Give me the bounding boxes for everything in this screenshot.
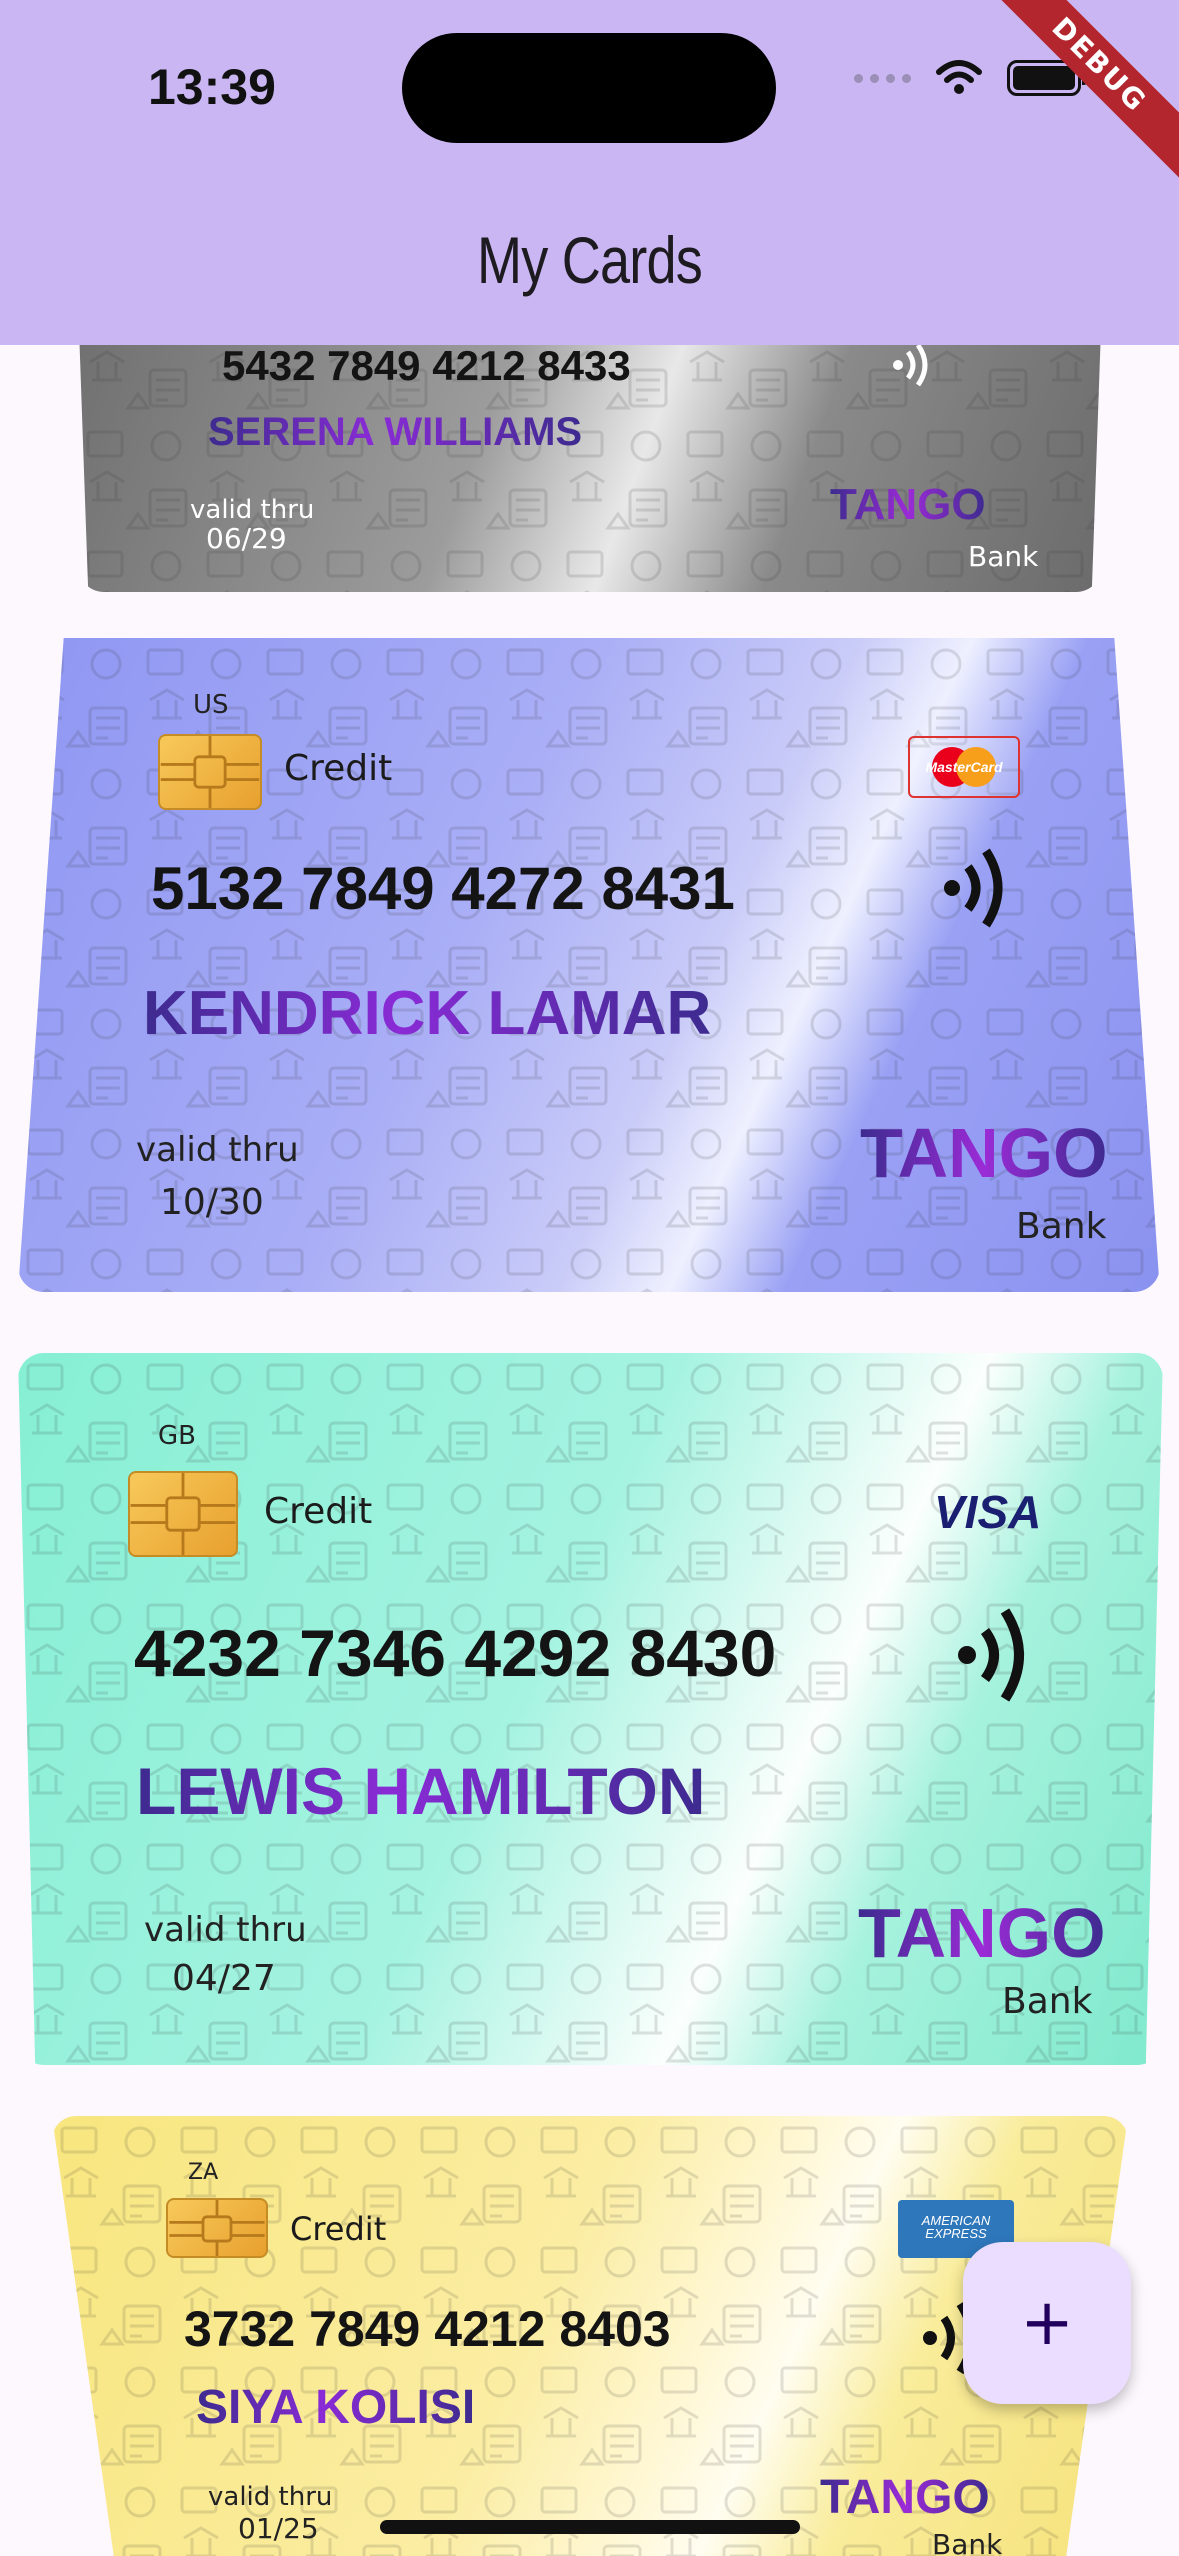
- chip-icon: [128, 1471, 238, 1557]
- card-lewis[interactable]: GB Credit VISA 4232 7346 4292 8430 LEWIS…: [18, 1353, 1163, 2065]
- visa-logo: VISA: [934, 1486, 1042, 1538]
- card-expiry: 06/29: [206, 522, 287, 555]
- valid-thru-label: valid thru: [190, 495, 315, 525]
- card-brand: TANGO: [820, 2471, 990, 2524]
- card-type: Credit: [284, 748, 393, 789]
- card-country: US: [193, 690, 229, 720]
- contactless-icon: [958, 1608, 1024, 1702]
- card-kendrick[interactable]: US Credit MasterCard 5132 7849 4272 8431…: [18, 638, 1160, 1292]
- chip-icon: [158, 734, 262, 810]
- mastercard-logo: MasterCard: [908, 736, 1020, 798]
- chip-icon: [166, 2198, 268, 2258]
- card-expiry: 01/25: [238, 2512, 319, 2545]
- valid-thru-label: valid thru: [136, 1130, 299, 1170]
- card-number: 3732 7849 4212 8403: [184, 2301, 671, 2357]
- card-number: 5132 7849 4272 8431: [151, 855, 735, 922]
- card-bank: Bank: [932, 2528, 1003, 2556]
- card-holder: SERENA WILLIAMS: [208, 410, 583, 454]
- card-number: 5432 7849 4212 8433: [222, 342, 631, 389]
- page-title: My Cards: [477, 223, 703, 297]
- dynamic-island: [402, 33, 776, 143]
- signal-icon: [854, 73, 911, 83]
- card-bank: Bank: [968, 540, 1039, 573]
- card-brand: TANGO: [860, 1114, 1108, 1192]
- card-brand: TANGO: [858, 1894, 1106, 1972]
- card-country: GB: [158, 1421, 196, 1451]
- status-time: 13:39: [148, 59, 276, 115]
- status-icons: [854, 60, 1087, 96]
- card-holder: LEWIS HAMILTON: [136, 1754, 706, 1828]
- card-country: ZA: [188, 2160, 219, 2185]
- card-holder: KENDRICK LAMAR: [143, 979, 712, 1048]
- card-number: 4232 7346 4292 8430: [134, 1616, 777, 1690]
- card-expiry: 04/27: [172, 1958, 276, 1999]
- card-expiry: 10/30: [160, 1182, 264, 1223]
- card-type: Credit: [264, 1491, 373, 1532]
- add-card-button[interactable]: +: [963, 2242, 1131, 2404]
- card-bank: Bank: [1016, 1206, 1107, 1247]
- svg-text:MasterCard: MasterCard: [925, 759, 1002, 775]
- card-holder: SIYA KOLISI: [196, 2381, 476, 2434]
- card-bank: Bank: [1002, 1981, 1093, 2022]
- valid-thru-label: valid thru: [208, 2482, 333, 2512]
- card-type: Credit: [290, 2210, 387, 2248]
- valid-thru-label: valid thru: [144, 1910, 307, 1950]
- app-bar: 13:39 DEBUG My Cards: [0, 0, 1179, 345]
- wifi-icon: [936, 60, 982, 94]
- card-brand: TANGO: [830, 480, 986, 529]
- contactless-icon: [944, 848, 1003, 928]
- contactless-icon: [893, 343, 928, 387]
- home-indicator[interactable]: [380, 2520, 800, 2534]
